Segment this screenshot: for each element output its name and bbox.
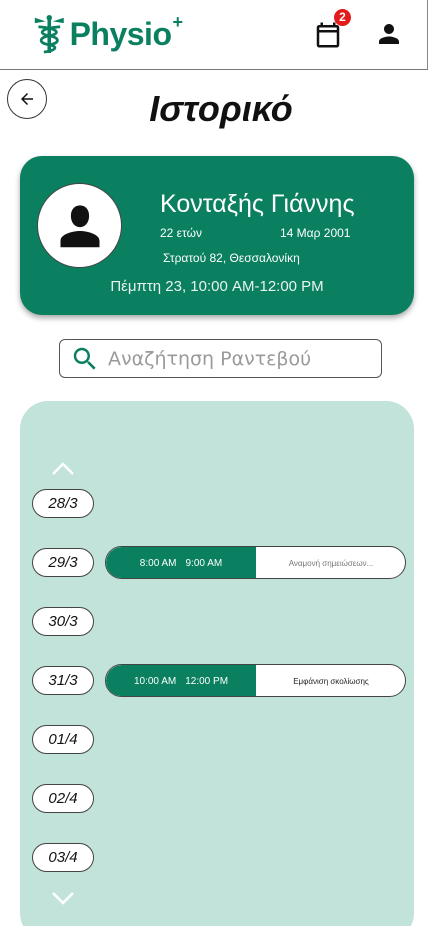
avatar <box>37 183 122 268</box>
appointment-note: Αναμονή σημειώσεων... <box>288 559 374 568</box>
date-pill-01-4[interactable]: 01/4 <box>32 725 94 754</box>
date-pill-28-3[interactable]: 28/3 <box>32 489 94 518</box>
appointment-start: 10:00 AM <box>133 676 177 687</box>
appointment-time: 8:00 AM 9:00 AM <box>106 547 256 578</box>
date-pill-31-3[interactable]: 31/3 <box>32 666 94 695</box>
person-silhouette-icon <box>60 204 99 247</box>
appointment-note: Εμφάνιση σκολίωσης <box>293 677 369 686</box>
appointment-end: 9:00 AM <box>185 558 223 569</box>
date-pill-02-4[interactable]: 02/4 <box>32 784 94 813</box>
person-icon[interactable] <box>374 18 404 50</box>
appointment-start: 8:00 AM <box>139 558 177 569</box>
appointment-29-3[interactable]: 8:00 AM 9:00 AM Αναμονή σημειώσεων... <box>105 546 406 579</box>
app-header: Physio + 2 <box>0 0 428 70</box>
appointment-end: 12:00 PM <box>185 676 229 687</box>
chevron-down-icon[interactable] <box>51 891 75 905</box>
appointment-time: 10:00 AM 12:00 PM <box>106 665 256 696</box>
patient-birthdate: 14 Μαρ 2001 <box>280 226 351 240</box>
notification-badge: 2 <box>334 9 351 26</box>
brand-logo[interactable]: Physio + <box>33 12 183 56</box>
patient-name: Κονταξής Γιάννης <box>160 190 355 218</box>
date-pill-29-3[interactable]: 29/3 <box>32 548 94 577</box>
brand-name: Physio <box>69 15 172 52</box>
brand-plus: + <box>172 11 183 32</box>
page-title: Ιστορικό <box>149 88 293 129</box>
patient-address: Στρατού 82, Θεσσαλονίκη <box>163 251 300 265</box>
patient-age: 22 ετών <box>160 226 202 240</box>
chevron-up-icon[interactable] <box>51 462 75 476</box>
next-appointment: Πέμπτη 23, 10:00 AM-12:00 PM <box>110 278 324 295</box>
date-pill-03-4[interactable]: 03/4 <box>32 843 94 872</box>
date-pill-30-3[interactable]: 30/3 <box>32 607 94 636</box>
search-box[interactable] <box>59 339 382 378</box>
patient-card: Κονταξής Γιάννης 22 ετών 14 Μαρ 2001 Στρ… <box>20 156 414 315</box>
appointment-31-3[interactable]: 10:00 AM 12:00 PM Εμφάνιση σκολίωσης <box>105 664 406 697</box>
caduceus-icon <box>34 15 64 54</box>
search-icon <box>73 347 96 370</box>
search-input[interactable] <box>108 344 373 373</box>
